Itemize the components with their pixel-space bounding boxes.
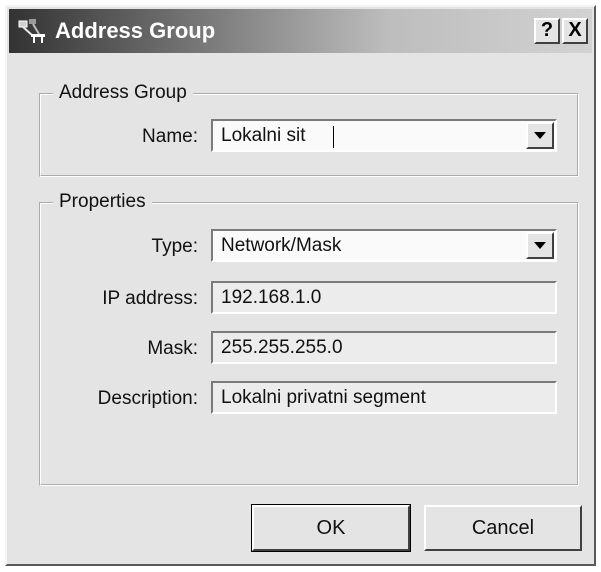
properties-legend: Properties [53, 190, 152, 214]
chevron-down-icon [534, 132, 546, 139]
ip-address-value: 192.168.1.0 [221, 287, 322, 308]
mask-value: 255.255.255.0 [221, 337, 343, 358]
type-value: Network/Mask [221, 235, 342, 256]
type-label: Type: [151, 236, 198, 257]
ip-address-field[interactable]: 192.168.1.0 [211, 281, 557, 314]
network-tools-icon [18, 19, 45, 43]
ip-address-label: IP address: [102, 288, 198, 309]
name-value: Lokalni sit [221, 125, 306, 146]
mask-label: Mask: [147, 338, 198, 359]
name-dropdown-button[interactable] [526, 122, 554, 149]
name-combobox[interactable]: Lokalni sit [211, 119, 557, 152]
chevron-down-icon [534, 242, 546, 249]
description-label: Description: [97, 388, 198, 409]
address-group-legend: Address Group [53, 81, 193, 105]
description-field[interactable]: Lokalni privatni segment [211, 381, 557, 414]
ok-button[interactable]: OK [251, 504, 411, 552]
address-group-dialog: Address Group ? X Address Group Name: Lo… [5, 5, 596, 566]
help-button[interactable]: ? [534, 18, 560, 44]
mask-field[interactable]: 255.255.255.0 [211, 331, 557, 364]
type-dropdown-button[interactable] [526, 232, 554, 259]
name-label: Name: [142, 126, 198, 147]
cancel-button[interactable]: Cancel [424, 505, 582, 551]
type-select[interactable]: Network/Mask [211, 229, 557, 262]
close-button[interactable]: X [562, 18, 588, 44]
text-cursor [333, 126, 334, 148]
description-value: Lokalni privatni segment [221, 387, 426, 408]
title-bar[interactable]: Address Group ? X [9, 9, 592, 53]
dialog-title: Address Group [55, 18, 216, 43]
